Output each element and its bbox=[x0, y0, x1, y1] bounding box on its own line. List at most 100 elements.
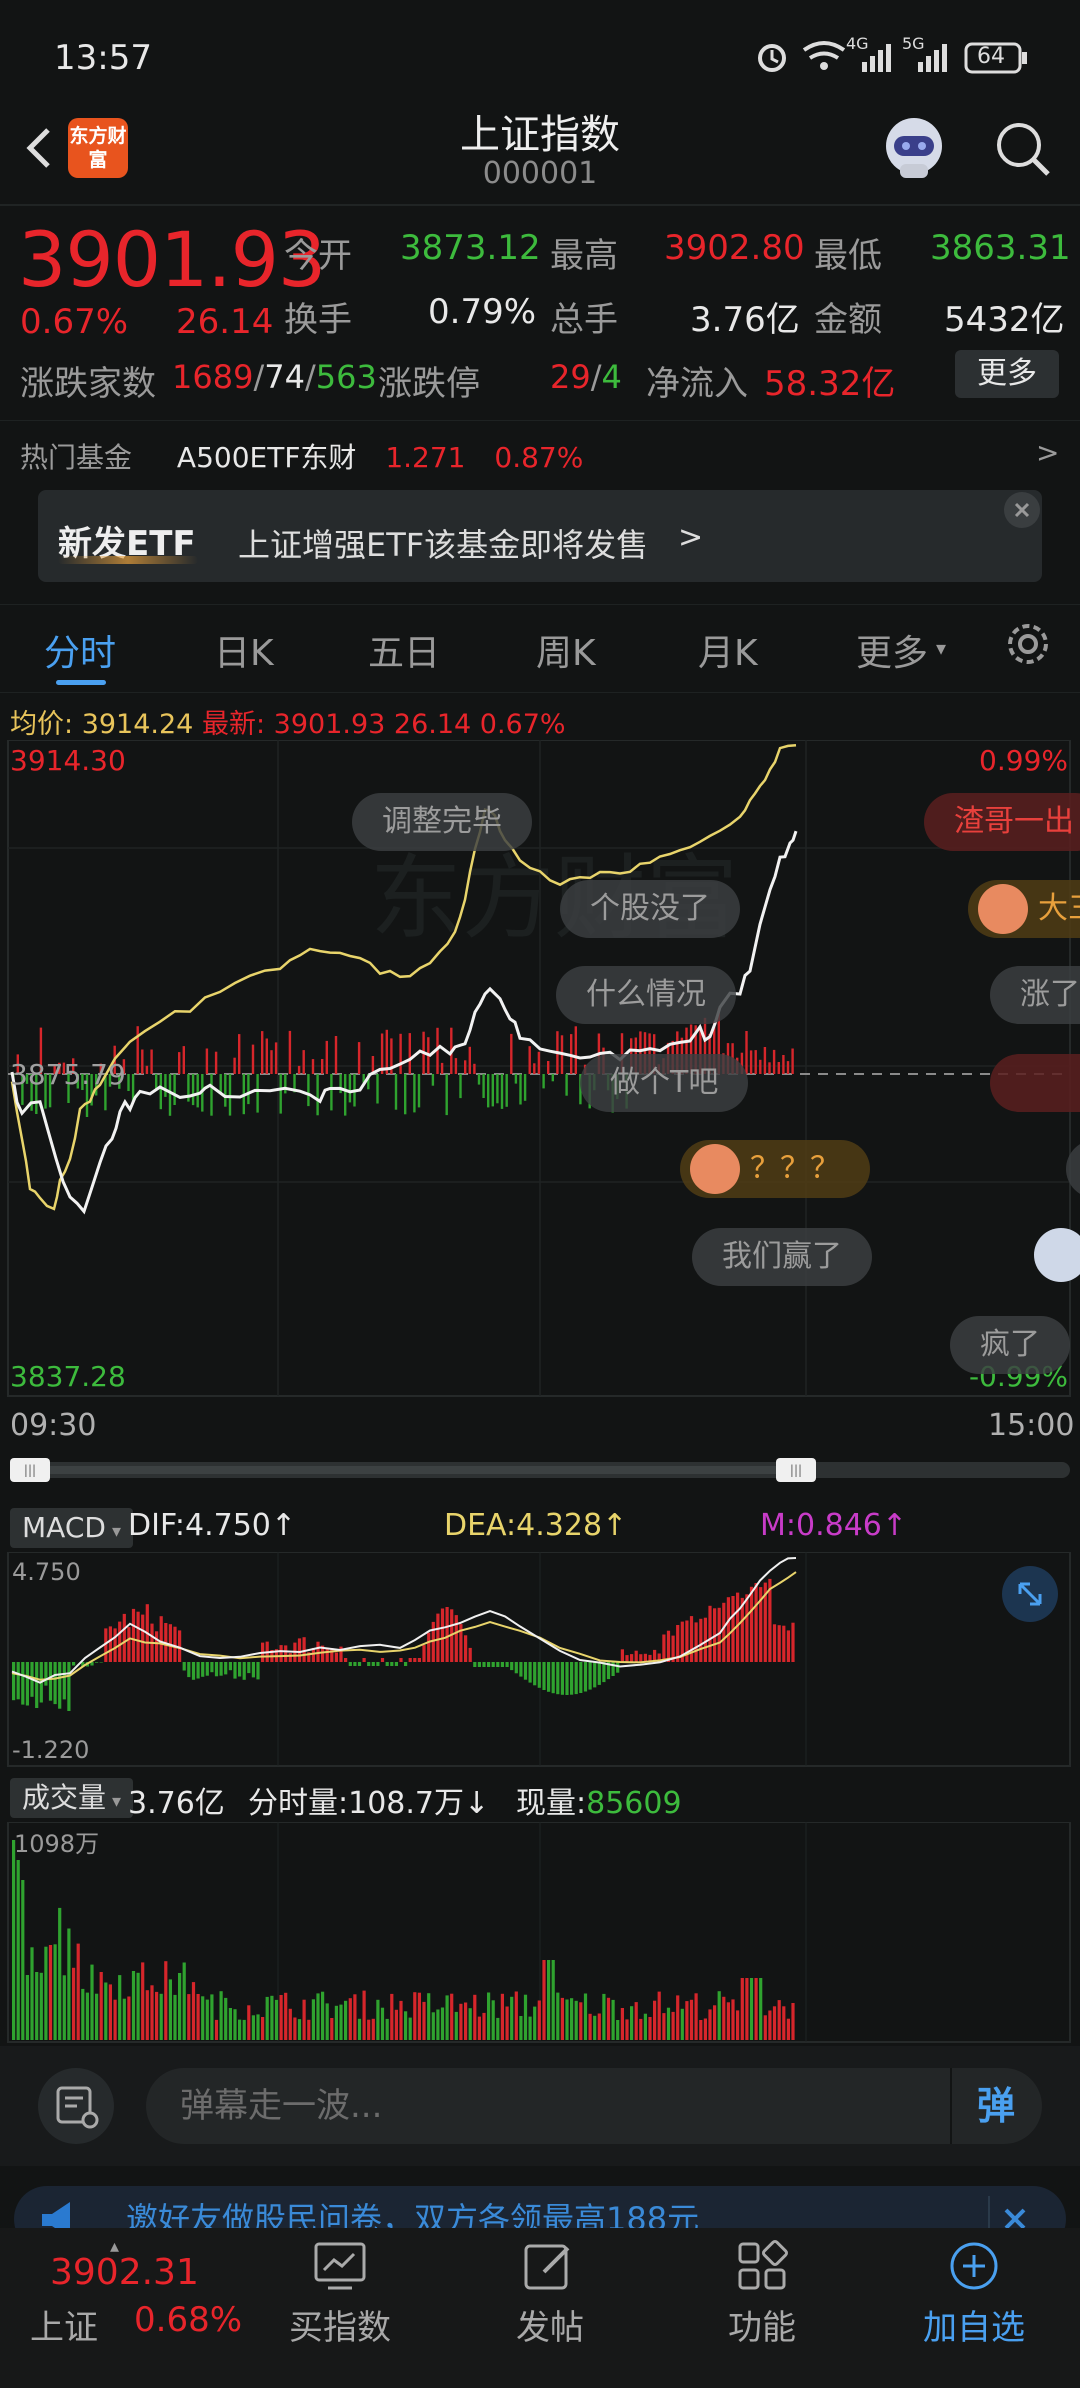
danmu-bubble[interactable]: 调整完毕 bbox=[352, 793, 532, 851]
macd-bar bbox=[745, 1594, 749, 1662]
volume-bar bbox=[782, 2006, 786, 2040]
intraday-chart[interactable]: 东方财富 3914.30 0.99% 3875.79 3837.28 -0.99… bbox=[0, 740, 1080, 1400]
open-label: 今开 bbox=[284, 236, 352, 276]
limit-label: 涨跌停 bbox=[378, 364, 480, 404]
danmu-bubble[interactable]: 我们赢了 bbox=[692, 1228, 872, 1286]
volume-bar bbox=[431, 2012, 435, 2040]
volume-bar bbox=[279, 1995, 283, 2040]
hot-fund-arrow-icon: > bbox=[1036, 436, 1060, 469]
volume-bar bbox=[367, 2019, 371, 2040]
nav-index-name[interactable]: 上证 bbox=[30, 2300, 98, 2349]
range-slider-handle-left[interactable]: ||| bbox=[10, 1458, 50, 1482]
minute-bar bbox=[399, 1033, 402, 1074]
macd-selector[interactable]: MACD ▾ bbox=[10, 1508, 133, 1548]
macd-bar bbox=[251, 1662, 255, 1678]
volume-bar bbox=[777, 2000, 781, 2040]
volume-now: 现量:85609 bbox=[516, 1786, 682, 1821]
volume-bar bbox=[205, 1999, 209, 2040]
volume-bar bbox=[44, 1946, 48, 2040]
volume-bar bbox=[76, 1943, 80, 2040]
minute-bar bbox=[574, 1026, 577, 1074]
danmu-bubble[interactable]: 疯了 bbox=[950, 1316, 1070, 1374]
macd-chart[interactable]: 4.750 -1.220 bbox=[0, 1552, 1080, 1768]
more-quote-button[interactable]: 更多 bbox=[955, 350, 1059, 398]
macd-bar bbox=[224, 1662, 228, 1675]
volume-bar bbox=[334, 2005, 338, 2040]
volume-bar bbox=[284, 1992, 288, 2040]
danmu-bubble[interactable]: 个股没了 bbox=[560, 880, 740, 938]
danmu-send-button[interactable]: 弹 bbox=[950, 2068, 1040, 2144]
expand-chart-button[interactable] bbox=[1002, 1566, 1058, 1622]
volume-selector[interactable]: 成交量 ▾ bbox=[10, 1778, 134, 1818]
volume-bar bbox=[399, 2000, 403, 2040]
search-button[interactable] bbox=[992, 118, 1054, 180]
volume-bar bbox=[662, 2013, 666, 2040]
tab-daily-k[interactable]: 日K bbox=[214, 624, 274, 676]
macd-bar bbox=[588, 1662, 592, 1690]
danmu-settings-button[interactable] bbox=[38, 2068, 114, 2144]
volume-bar bbox=[385, 2018, 389, 2040]
volume-bar bbox=[256, 2014, 260, 2040]
volume-bar bbox=[251, 2015, 255, 2040]
nav-functions[interactable]: 功能 bbox=[672, 2300, 852, 2349]
range-slider-handle-right[interactable]: ||| bbox=[776, 1458, 816, 1482]
volume-bar bbox=[136, 1972, 140, 2040]
volume-bar bbox=[440, 2007, 445, 2040]
tab-monthly-k[interactable]: 月K bbox=[698, 624, 758, 676]
macd-bar bbox=[72, 1662, 76, 1666]
volume-bar bbox=[233, 2009, 237, 2040]
nav-index-price[interactable]: 3902.31 bbox=[50, 2252, 199, 2293]
volume-bar bbox=[786, 2018, 790, 2040]
danmu-bubble[interactable] bbox=[990, 1054, 1080, 1112]
chart-settings-button[interactable] bbox=[1002, 618, 1054, 670]
danmu-bubble[interactable]: 做个T吧 bbox=[580, 1054, 749, 1112]
macd-bar bbox=[201, 1662, 205, 1677]
avg-value: 3914.24 bbox=[81, 709, 194, 740]
volume-bar bbox=[556, 1992, 560, 2040]
macd-bar bbox=[699, 1618, 703, 1662]
tab-more[interactable]: 更多 bbox=[856, 624, 928, 676]
minute-bar bbox=[224, 1074, 227, 1107]
volume-bar bbox=[58, 1907, 62, 2040]
danmu-bubble[interactable]: 什么情况 bbox=[556, 966, 736, 1024]
minute-bar bbox=[565, 1074, 568, 1096]
volume-bar bbox=[510, 1996, 514, 2040]
macd-bar bbox=[334, 1652, 338, 1662]
tab-intraday[interactable]: 分时 bbox=[44, 624, 116, 676]
volume-bar bbox=[713, 2005, 717, 2040]
minute-bar bbox=[514, 1074, 518, 1084]
danmu-input[interactable]: 弹幕走一波... bbox=[146, 2068, 1042, 2144]
macd-bar bbox=[48, 1662, 53, 1701]
minute-bar bbox=[145, 1065, 149, 1074]
hot-fund-row[interactable]: 热门基金 A500ETF东财 1.271 0.87% bbox=[20, 436, 583, 476]
macd-bar bbox=[16, 1662, 20, 1700]
robot-assistant-icon[interactable] bbox=[878, 112, 950, 184]
minute-bar bbox=[477, 1074, 481, 1085]
nav-buy-index[interactable]: 买指数 bbox=[250, 2300, 430, 2349]
macd-bar bbox=[427, 1632, 431, 1662]
nav-add-watchlist[interactable]: 加自选 bbox=[884, 2300, 1064, 2349]
status-time: 13:57 bbox=[54, 38, 152, 78]
tab-weekly-k[interactable]: 周K bbox=[536, 624, 596, 676]
danmu-bubble[interactable]: 渣哥一出 bbox=[924, 793, 1080, 851]
volume-bar bbox=[722, 1996, 726, 2040]
macd-bar bbox=[777, 1625, 781, 1662]
macd-bar bbox=[791, 1622, 795, 1662]
macd-bar bbox=[367, 1662, 371, 1666]
nav-index-pct[interactable]: 0.68% bbox=[134, 2300, 242, 2340]
danmu-bubble[interactable]: 涨了 bbox=[990, 966, 1080, 1024]
low-label: 最低 bbox=[814, 236, 882, 276]
macd-bar bbox=[118, 1621, 122, 1662]
volume-chart[interactable]: 1098万 bbox=[0, 1822, 1080, 2044]
nav-post[interactable]: 发帖 bbox=[460, 2300, 640, 2349]
avatar-icon bbox=[690, 1144, 740, 1194]
change-pct: 0.67% bbox=[20, 302, 129, 342]
macd-bar bbox=[362, 1658, 366, 1662]
tab-five-day[interactable]: 五日 bbox=[368, 624, 440, 676]
macd-dea: DEA:4.328↑ bbox=[444, 1508, 628, 1543]
banner-close-button[interactable] bbox=[1004, 492, 1040, 528]
macd-bar bbox=[399, 1658, 403, 1662]
macd-bar bbox=[247, 1662, 251, 1674]
macd-bar bbox=[505, 1662, 509, 1667]
macd-bar bbox=[749, 1586, 754, 1662]
